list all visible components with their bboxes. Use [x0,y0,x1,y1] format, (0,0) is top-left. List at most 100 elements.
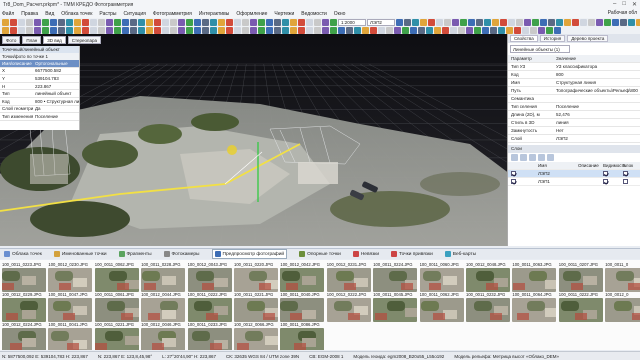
toolbar-tool-icon[interactable] [202,19,209,26]
tab-photo[interactable]: Фото [2,36,21,44]
photo-thumbnail[interactable]: 100_0012_0066.JPG [234,322,280,350]
toolbar-tool-icon[interactable] [524,19,531,26]
toolbar-tool-icon[interactable] [122,19,129,26]
toolbar-tool-icon[interactable] [18,27,25,34]
toolbar-tool-icon[interactable] [330,27,337,34]
toolbar-tool-icon[interactable] [442,27,449,34]
toolbar-tool-icon[interactable] [362,27,369,34]
delete-layer-icon[interactable] [520,154,527,161]
toolbar-tool-icon[interactable] [426,27,433,34]
toolbar-tool-icon[interactable] [226,27,233,34]
toolbar-tool-icon[interactable] [636,19,640,26]
toolbar-tool-icon[interactable] [74,19,81,26]
toolbar-tool-icon[interactable] [106,27,113,34]
toolbar-tool-icon[interactable] [418,27,425,34]
toolbar-tool-icon[interactable] [428,19,435,26]
toolbar-tool-icon[interactable] [138,27,145,34]
toolbar-tool-icon[interactable] [290,27,297,34]
table-row[interactable]: H 223.867 [0,83,79,91]
tab-project-tree[interactable]: Дерево проекта [567,35,609,42]
toolbar-tool-icon[interactable] [530,27,537,34]
toolbar-tool-icon[interactable] [450,27,457,34]
toolbar-tool-icon[interactable] [274,19,281,26]
toolbar-tool-icon[interactable] [492,19,499,26]
toolbar-tool-icon[interactable] [604,19,611,26]
toolbar-tool-icon[interactable] [290,19,297,26]
toolbar-tool-icon[interactable] [234,19,241,26]
menu-photogrammetry[interactable]: Фотограмметрия [153,11,192,17]
menu-reports[interactable]: Ведомости [301,11,327,17]
toolbar-tool-icon[interactable] [18,19,25,26]
bottom-tab[interactable]: Опорные точки [299,251,341,257]
photo-thumbnail[interactable]: 100_0011_0064.JPG [512,292,558,332]
toolbar-tool-icon[interactable] [42,27,49,34]
workspace-label[interactable]: Рабочая обл [608,10,637,16]
toolbar-tool-icon[interactable] [122,27,129,34]
menu-drawings[interactable]: Чертежи [274,11,294,17]
property-row[interactable]: Семантика [508,95,640,103]
photo-thumbnail[interactable]: 100_0011_0232.JPG [466,292,512,332]
property-row[interactable]: Параметр Значение [508,55,640,63]
menu-view[interactable]: Вид [45,11,54,17]
toolbar-tool-icon[interactable] [346,27,353,34]
toolbar-tool-icon[interactable] [90,19,97,26]
toolbar-tool-icon[interactable] [306,27,313,34]
toolbar-tool-icon[interactable] [458,27,465,34]
toolbar-tool-icon[interactable] [596,19,603,26]
toolbar-tool-icon[interactable] [42,19,49,26]
photo-thumbnail[interactable]: 100_0011_0086.JPG [280,322,326,350]
tab-plan[interactable]: План [22,36,42,44]
layer-row[interactable]: ЛЭП2 [508,170,640,178]
toolbar-tool-icon[interactable] [26,19,33,26]
toolbar-tool-icon[interactable] [338,27,345,34]
toolbar-tool-icon[interactable] [546,27,553,34]
toolbar-tool-icon[interactable] [258,27,265,34]
toolbar-tool-icon[interactable] [516,19,523,26]
tab-3d[interactable]: 3D вид [43,36,66,44]
toolbar-tool-icon[interactable] [98,27,105,34]
toolbar-tool-icon[interactable] [394,27,401,34]
toolbar-tool-icon[interactable] [98,19,105,26]
toolbar-tool-icon[interactable] [282,19,289,26]
toolbar-tool-icon[interactable] [548,19,555,26]
tab-history[interactable]: История [539,35,566,42]
toolbar-tool-icon[interactable] [194,19,201,26]
toolbar-tool-icon[interactable] [564,19,571,26]
toolbar-tool-icon[interactable] [250,19,257,26]
toolbar-tool-icon[interactable] [580,19,587,26]
toolbar-tool-icon[interactable] [242,19,249,26]
toolbar-tool-icon[interactable] [50,27,57,34]
layer-settings-icon[interactable] [547,154,554,161]
photo-thumbnail[interactable]: 100_0012_0 [605,292,640,332]
photo-thumbnail[interactable]: 100_0011_0062.JPG [419,292,466,332]
layer-up-icon[interactable] [529,154,536,161]
photo-thumbnail[interactable]: 100_0011_0221.JPG [94,322,141,350]
tab-stereo[interactable]: Стереопара [67,36,101,44]
toolbar-tool-icon[interactable] [178,19,185,26]
layer-active-checkbox[interactable] [511,170,516,176]
toolbar-tool-icon[interactable] [66,19,73,26]
toolbar-tool-icon[interactable] [282,27,289,34]
tab-properties[interactable]: Свойства [510,35,538,42]
property-row[interactable]: Тип УЗ УЗ классификатора [508,63,640,71]
toolbar-tool-icon[interactable] [538,27,545,34]
toolbar-tool-icon[interactable] [484,19,491,26]
toolbar-tool-icon[interactable] [468,19,475,26]
toolbar-tool-icon[interactable] [130,19,137,26]
toolbar-tool-icon[interactable] [26,27,33,34]
photo-thumbnail[interactable]: 100_0011_0041.JPG [48,322,94,350]
bottom-tab[interactable]: Облака точек [4,251,42,257]
toolbar-tool-icon[interactable] [210,27,217,34]
toolbar-tool-icon[interactable] [490,27,497,34]
toolbar-tool-icon[interactable] [572,19,579,26]
maximize-icon[interactable]: □ [622,1,626,8]
scale-select[interactable]: 1:2000 [338,19,366,26]
photo-thumbnail[interactable]: 100_0012_0224.JPG [2,322,48,350]
toolbar-tool-icon[interactable] [354,27,361,34]
toolbar-tool-icon[interactable] [114,27,121,34]
toolbar-tool-icon[interactable] [482,27,489,34]
toolbar-tool-icon[interactable] [194,27,201,34]
toolbar-tool-icon[interactable] [10,19,17,26]
menu-design[interactable]: Оформление [236,11,267,17]
toolbar-tool-icon[interactable] [522,27,529,34]
